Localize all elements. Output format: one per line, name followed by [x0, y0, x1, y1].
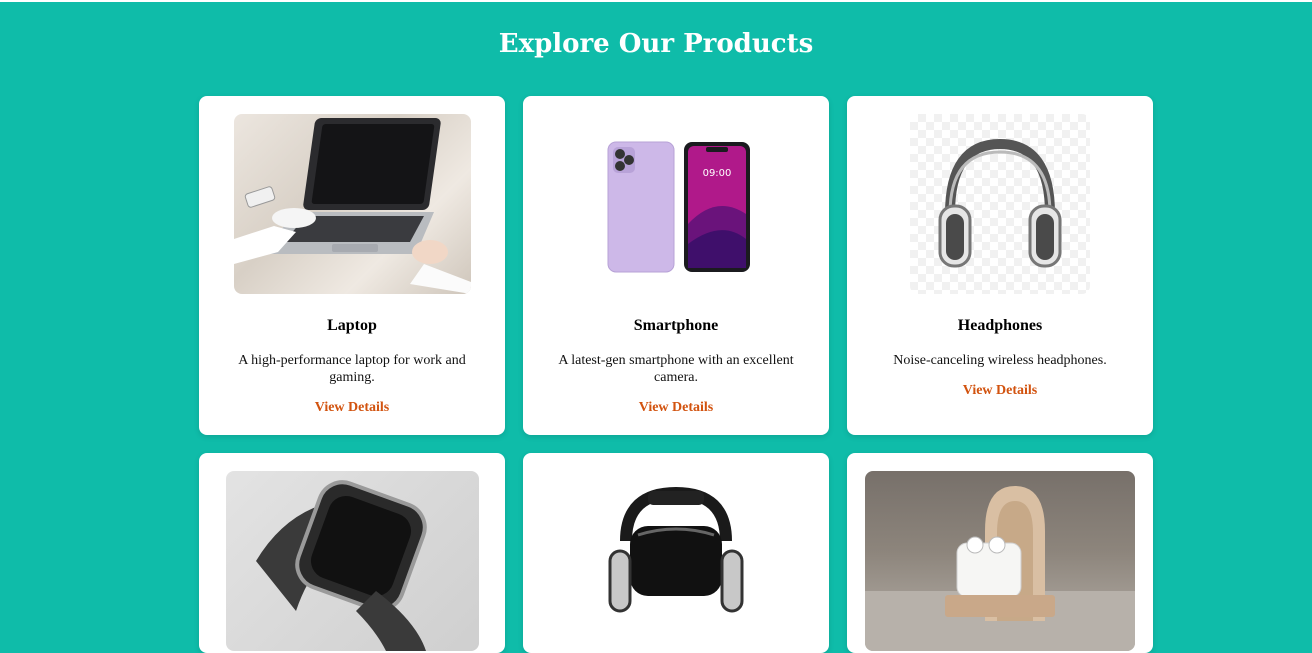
product-card-earbuds — [847, 453, 1153, 653]
view-details-link[interactable]: View Details — [639, 400, 714, 416]
page-title: Explore Our Products — [498, 29, 814, 59]
vr-headset-photo — [586, 471, 766, 651]
smartphone-photo: 09:00 — [586, 114, 766, 294]
earbuds-photo — [865, 471, 1135, 651]
smartwatch-photo — [225, 471, 479, 651]
product-card-smartphone: 09:00 Smartphone A latest-gen smartphone… — [523, 96, 829, 435]
view-details-link[interactable]: View Details — [963, 383, 1038, 399]
headphones-photo — [910, 114, 1090, 294]
product-card-smartwatch — [199, 453, 505, 653]
product-description: A high-performance laptop for work and g… — [238, 353, 466, 385]
product-name: Headphones — [957, 317, 1043, 334]
product-name: Smartphone — [633, 317, 719, 334]
phone-screen-time: 09:00 — [703, 168, 732, 179]
product-grid: Laptop A high-performance laptop for wor… — [199, 96, 1153, 653]
product-name: Laptop — [327, 317, 377, 334]
view-details-link[interactable]: View Details — [315, 400, 390, 416]
product-card-vr-headset — [523, 453, 829, 653]
product-description: A latest-gen smartphone with an excellen… — [558, 353, 794, 385]
product-card-headphones: Headphones Noise-canceling wireless head… — [847, 96, 1153, 435]
product-description: Noise-canceling wireless headphones. — [893, 353, 1107, 368]
laptop-photo — [233, 114, 471, 294]
product-card-laptop: Laptop A high-performance laptop for wor… — [199, 96, 505, 435]
